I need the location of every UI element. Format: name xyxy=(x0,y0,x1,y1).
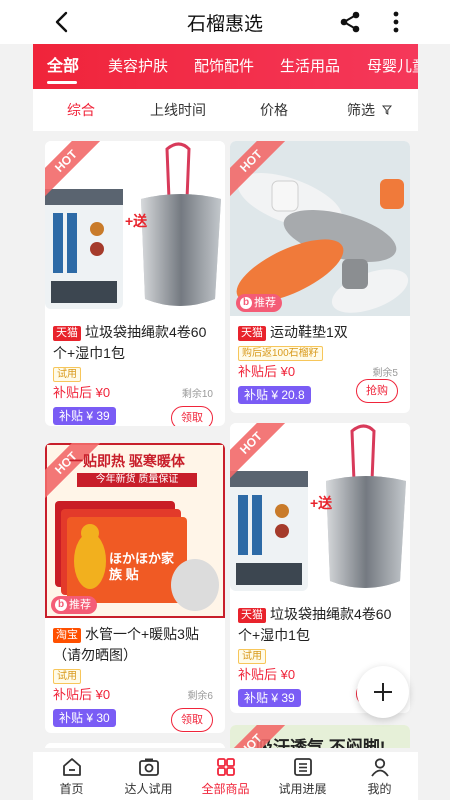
platform-tag: 天猫 xyxy=(238,326,266,341)
tab-home[interactable]: 首页 xyxy=(33,752,110,800)
product-image: HOT +送 xyxy=(45,141,225,316)
user-icon xyxy=(370,757,389,777)
subsidized-price: 补贴后 ¥0 xyxy=(238,364,296,379)
sort-comprehensive[interactable]: 综合 xyxy=(67,89,95,131)
product-title-block: 淘宝 水管一个+暖贴3贴（请勿晒图） xyxy=(45,618,225,666)
sort-launch-time[interactable]: 上线时间 xyxy=(150,89,206,131)
subsidized-price: 补贴后 ¥0 xyxy=(53,687,111,702)
list-icon xyxy=(293,757,312,776)
image-promo-text: 吸汗透气,不闷脚! xyxy=(256,738,386,748)
stock-left: 剩余6 xyxy=(187,691,213,702)
add-fab-button[interactable] xyxy=(357,666,409,718)
image-banner-sub: 今年新货 质量保证 xyxy=(77,473,197,487)
share-icon[interactable] xyxy=(336,8,364,36)
image-promo-text: +送 xyxy=(125,213,148,229)
product-image: HOT 一贴即热 驱寒暖体 今年新货 质量保证 ほかほか家族 贴 推荐 xyxy=(45,443,225,618)
category-tab-accessories[interactable]: 配饰配件 xyxy=(194,44,254,89)
tab-label: 首页 xyxy=(59,781,84,796)
product-card[interactable]: HOT +送 天猫 垃圾袋抽绳款4卷60个+湿巾1包 试用 补贴后 ¥0 剩余10… xyxy=(45,141,225,426)
reward-chip: 购后返100石榴籽 xyxy=(238,346,323,361)
subsidy-badge: 补贴 ¥ 39 xyxy=(53,407,116,425)
app-header: 石榴惠选 xyxy=(0,0,450,44)
product-image: HOT 推荐 xyxy=(230,141,410,316)
buy-button[interactable]: 抢购 xyxy=(356,379,398,403)
sort-bar: 综合 上线时间 价格 筛选 xyxy=(33,89,418,131)
stock-left: 剩余5 xyxy=(372,368,398,379)
more-options-icon[interactable] xyxy=(384,8,408,36)
claim-button[interactable]: 领取 xyxy=(171,708,213,732)
tab-expert-trial[interactable]: 达人试用 xyxy=(110,752,187,800)
product-image: HOT +送 xyxy=(230,423,410,598)
subsidy-row: 补贴 ¥ 39 领取 xyxy=(45,404,225,426)
product-card[interactable] xyxy=(45,743,225,748)
image-product-label: ほかほか家族 贴 xyxy=(109,551,175,582)
subsidized-price: 补贴后 ¥0 xyxy=(53,385,111,400)
platform-tag: 天猫 xyxy=(238,608,266,623)
product-title-block: 天猫 垃圾袋抽绳款4卷60个+湿巾1包 xyxy=(230,598,410,646)
product-card[interactable]: HOT 推荐 天猫运动鞋垫1双 购后返100石榴籽 补贴后 ¥0 剩余5 补贴 … xyxy=(230,141,410,413)
claim-button[interactable]: 领取 xyxy=(171,406,213,426)
subsidized-price: 补贴后 ¥0 xyxy=(238,667,296,682)
tab-all-products[interactable]: 全部商品 xyxy=(187,752,264,800)
filter-button[interactable]: 筛选 xyxy=(347,89,392,131)
tab-label: 全部商品 xyxy=(201,781,250,796)
product-title: 运动鞋垫1双 xyxy=(270,324,348,340)
product-image: 吸汗透气,不闷脚! HOT xyxy=(230,725,410,748)
image-promo-text: +送 xyxy=(310,495,333,511)
platform-tag: 淘宝 xyxy=(53,628,81,643)
camera-icon xyxy=(138,758,159,776)
filter-icon xyxy=(381,105,392,115)
active-tab-indicator xyxy=(47,81,77,84)
recommend-badge: 推荐 xyxy=(236,294,282,312)
page-title: 石榴惠选 xyxy=(186,13,263,35)
home-icon xyxy=(62,757,81,776)
product-card[interactable]: 吸汗透气,不闷脚! HOT xyxy=(230,725,410,748)
price-row: 补贴后 ¥0 剩余6 xyxy=(45,684,225,706)
category-tabs: 全部 美容护肤 配饰配件 生活用品 母婴儿童 xyxy=(33,44,418,89)
product-card[interactable]: HOT 一贴即热 驱寒暖体 今年新货 质量保证 ほかほか家族 贴 推荐 淘宝水管… xyxy=(45,443,225,733)
subsidy-badge: 补贴 ¥ 30 xyxy=(53,709,116,727)
product-title-block: 天猫 垃圾袋抽绳款4卷60个+湿巾1包 xyxy=(45,316,225,364)
image-banner-headline: 一贴即热 驱寒暖体 xyxy=(69,453,185,469)
tab-mine[interactable]: 我的 xyxy=(341,752,418,800)
category-tab-daily[interactable]: 生活用品 xyxy=(280,44,340,89)
tab-label: 达人试用 xyxy=(124,781,173,796)
tab-label: 我的 xyxy=(367,781,392,796)
price-row: 补贴后 ¥0 剩余10 xyxy=(45,382,225,404)
subsidy-badge: 补贴 ¥ 39 xyxy=(238,689,301,707)
subsidy-badge: 补贴 ¥ 20.8 xyxy=(238,386,311,404)
trial-chip: 试用 xyxy=(53,669,81,684)
tab-label: 试用进展 xyxy=(278,781,327,796)
subsidy-row: 补贴 ¥ 30 领取 xyxy=(45,706,225,733)
category-tab-beauty[interactable]: 美容护肤 xyxy=(108,44,168,89)
plus-icon xyxy=(374,683,392,701)
grid-icon xyxy=(216,757,235,776)
recommend-badge: 推荐 xyxy=(51,596,97,614)
category-tab-baby[interactable]: 母婴儿童 xyxy=(367,44,418,89)
stock-left: 剩余10 xyxy=(181,389,213,400)
sort-price[interactable]: 价格 xyxy=(260,89,288,131)
subsidy-row: 补贴 ¥ 20.8 抢购 xyxy=(230,379,410,411)
back-arrow-icon[interactable] xyxy=(48,8,76,36)
product-image xyxy=(45,743,225,748)
platform-tag: 天猫 xyxy=(53,326,81,341)
trial-chip: 试用 xyxy=(53,367,81,382)
product-grid: HOT +送 天猫 垃圾袋抽绳款4卷60个+湿巾1包 试用 补贴后 ¥0 剩余10… xyxy=(33,131,418,748)
tab-trial-progress[interactable]: 试用进展 xyxy=(264,752,341,800)
product-title-block: 天猫 运动鞋垫1双 xyxy=(230,316,410,343)
trial-chip: 试用 xyxy=(238,649,266,664)
bottom-tab-bar: 首页 达人试用 全部商品 试用进展 我的 xyxy=(33,752,418,800)
filter-label: 筛选 xyxy=(347,102,375,118)
